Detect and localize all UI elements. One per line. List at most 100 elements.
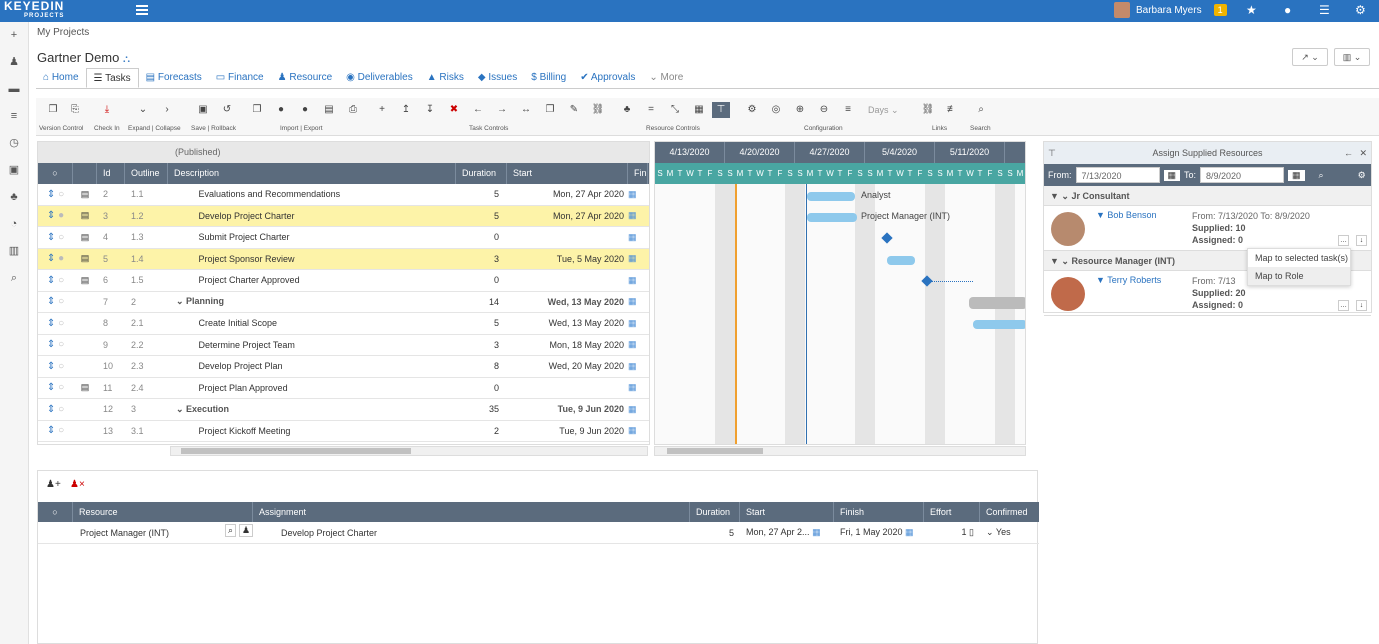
remove-resource-icon[interactable]: ♟×	[70, 479, 85, 490]
team-icon[interactable]: ♣	[618, 102, 636, 118]
table-row[interactable]: ⇕ ○ 10 2.3 Develop Project Plan 8 Wed, 2…	[38, 356, 649, 378]
move-handle-icon[interactable]: ⇕ ●	[38, 210, 73, 221]
tab-more[interactable]: ⌄ More	[642, 68, 690, 88]
duration-cell[interactable]: 5	[690, 528, 740, 538]
tab-issues[interactable]: ◆ Issues	[471, 68, 524, 88]
user-menu[interactable]: Barbara Myers 1	[1114, 2, 1227, 18]
table-row[interactable]: ⇕ ● ▤ 3 1.2 Develop Project Charter 5 Mo…	[38, 205, 649, 227]
calendar-icon[interactable]: ▦	[628, 210, 648, 221]
task-description[interactable]: Evaluations and Recommendations	[168, 189, 456, 199]
sliders-icon[interactable]: ≡	[0, 103, 28, 130]
version-icon[interactable]: ⎘	[66, 102, 84, 118]
task-duration[interactable]: 3	[456, 254, 507, 264]
task-duration[interactable]: 0	[456, 232, 507, 242]
gantt-bar[interactable]	[973, 320, 1025, 329]
calendar-icon[interactable]: ▦	[628, 425, 648, 436]
task-description[interactable]: Project Sponsor Review	[168, 254, 456, 264]
table-row[interactable]: ⇕ ○ ▤ 2 1.1 Evaluations and Recommendati…	[38, 184, 649, 206]
equal-icon[interactable]: =	[642, 102, 660, 118]
clock-icon[interactable]: ◷	[0, 130, 28, 157]
gear-icon[interactable]: ⚙	[1355, 3, 1366, 17]
resource-cell[interactable]: Project Manager (INT) ⌕ ♟	[73, 523, 254, 538]
tab-tasks[interactable]: ☰ Tasks	[85, 68, 139, 88]
plus-icon[interactable]: +	[0, 22, 28, 49]
task-start[interactable]: Tue, 5 May 2020	[507, 254, 628, 264]
tab-approvals[interactable]: ✔ Approvals	[573, 68, 642, 88]
right-arrow-icon[interactable]: →	[493, 102, 511, 118]
zoom-out-icon[interactable]: ⊖	[815, 102, 833, 118]
task-description[interactable]: Project Plan Approved	[168, 383, 456, 393]
col-id[interactable]: Id	[97, 163, 125, 184]
col-effort[interactable]: Effort	[924, 502, 980, 522]
delete-icon[interactable]: ✖	[445, 102, 463, 118]
move-handle-icon[interactable]: ⇕ ○	[38, 382, 73, 393]
task-duration[interactable]: 0	[456, 383, 507, 393]
task-description[interactable]: ⌄ Planning	[168, 296, 456, 307]
calendar-icon[interactable]: ▦	[628, 275, 648, 286]
calendar-icon[interactable]: ▦	[628, 382, 648, 393]
dashboard-icon[interactable]: ◔	[0, 211, 28, 238]
add-task-icon[interactable]: +	[373, 102, 391, 118]
col-duration[interactable]: Duration	[456, 163, 507, 184]
filter-links-icon[interactable]: ≢	[943, 102, 961, 118]
indent-icon[interactable]: ↥	[397, 102, 415, 118]
export-button[interactable]: ↗ ⌄	[1292, 48, 1328, 66]
config-gear-icon[interactable]: ⚙	[743, 102, 761, 118]
task-description[interactable]: Determine Project Team	[168, 340, 456, 350]
zoom-in-icon[interactable]: ⊕	[791, 102, 809, 118]
unlink-icon[interactable]: ⤡	[666, 102, 684, 118]
assignment-row[interactable]: Project Manager (INT) ⌕ ♟ Develop Project …	[38, 522, 1039, 544]
money-icon[interactable]: ▣	[0, 157, 28, 184]
task-description[interactable]: Submit Project Charter	[168, 232, 456, 242]
tab-home[interactable]: ⌂ Home	[36, 68, 86, 88]
grid-hscrollbar[interactable]	[170, 446, 648, 456]
calendar-icon[interactable]: ▦	[628, 232, 648, 243]
confirmed-cell[interactable]: ⌄ Yes	[980, 527, 1039, 538]
task-duration[interactable]: 5	[456, 189, 507, 199]
person-icon[interactable]: ♟	[0, 49, 28, 76]
back-icon[interactable]: ←	[1344, 142, 1353, 164]
calendar-icon[interactable]: ▦	[628, 189, 648, 200]
col-description[interactable]: Description	[168, 163, 456, 184]
to-date-input[interactable]: 8/9/2020	[1200, 167, 1285, 183]
settings-icon[interactable]: ⚙	[1358, 170, 1366, 181]
edit-icon[interactable]: ✎	[565, 102, 583, 118]
globe-icon[interactable]: ●	[1284, 3, 1291, 17]
move-handle-icon[interactable]: ⇕ ○	[38, 339, 73, 350]
gantt-bar[interactable]	[887, 256, 915, 265]
tab-forecasts[interactable]: ▤ Forecasts	[139, 68, 209, 88]
calendar-icon[interactable]: ▦	[628, 318, 648, 329]
finish-cell[interactable]: Fri, 1 May 2020 ▦	[834, 527, 924, 538]
task-duration[interactable]: 8	[456, 361, 507, 371]
task-description[interactable]: ⌄ Execution	[168, 404, 456, 415]
gantt-bar[interactable]	[807, 192, 855, 201]
from-date-input[interactable]: 7/13/2020	[1075, 167, 1160, 183]
download-icon[interactable]: ●	[296, 102, 314, 118]
col-assignment[interactable]: Assignment	[253, 502, 690, 522]
menu-item-map-tasks[interactable]: Map to selected task(s)	[1248, 249, 1350, 267]
task-duration[interactable]: 2	[456, 426, 507, 436]
calc-icon[interactable]: ▦	[690, 102, 708, 118]
calendar-icon[interactable]: ▦	[628, 404, 648, 415]
chart-icon[interactable]: ▥	[0, 238, 28, 265]
align-icon[interactable]: ≡	[839, 102, 857, 118]
calendar-icon[interactable]: ▦	[628, 339, 648, 350]
table-row[interactable]: ⇕ ○ ▤ 11 2.4 Project Plan Approved 0 ▦	[38, 378, 649, 399]
calendar-icon[interactable]: ▦	[1163, 169, 1181, 181]
more-button[interactable]: …	[1338, 300, 1349, 311]
task-start[interactable]: Tue, 9 Jun 2020	[507, 404, 628, 414]
search-icon[interactable]: ⌕	[225, 523, 237, 537]
move-handle-icon[interactable]: ⇕ ○	[38, 189, 73, 200]
copy-icon[interactable]: ❐	[44, 102, 62, 118]
move-handle-icon[interactable]: ⇕ ○	[38, 361, 73, 372]
print-icon[interactable]: ⎙	[344, 102, 362, 118]
role-group[interactable]: ▼ ⌄ Jr Consultant	[1044, 186, 1371, 206]
task-duration[interactable]: 5	[456, 211, 507, 221]
save-icon[interactable]: ▣	[194, 102, 212, 118]
table-row[interactable]: ⇕ ○ ▤ 4 1.3 Submit Project Charter 0 ▦	[38, 227, 649, 249]
calendar-icon[interactable]: ▦	[1288, 169, 1305, 181]
export-icon[interactable]: ▤	[320, 102, 338, 118]
list-icon[interactable]: ☰	[1319, 3, 1330, 17]
effort-cell[interactable]: 1 ▯	[924, 527, 980, 538]
upload-icon[interactable]: ●	[272, 102, 290, 118]
